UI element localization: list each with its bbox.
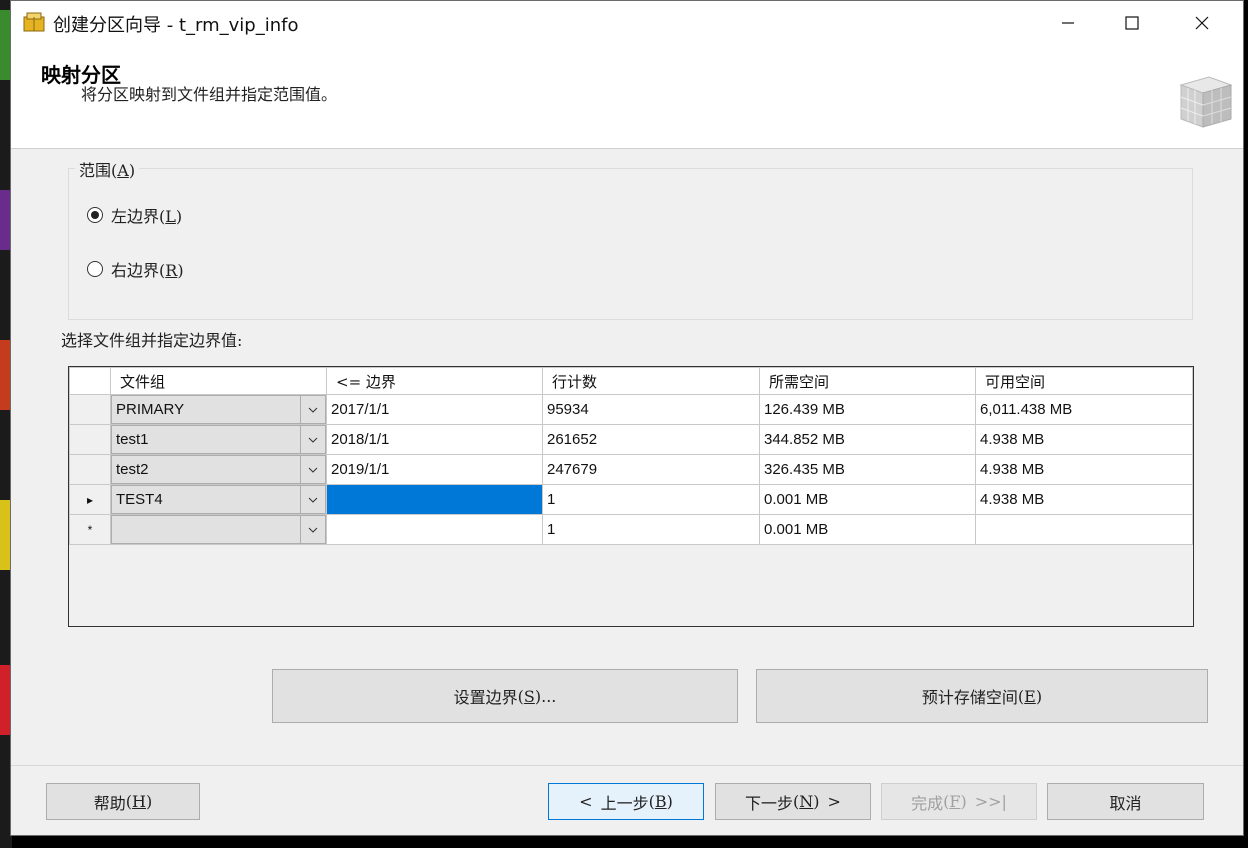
filegroup-value: test1	[116, 431, 149, 448]
right-boundary-label: 右边界(R)	[111, 261, 184, 280]
col-header-boundary[interactable]: <= 边界	[326, 367, 543, 395]
boundary-cell[interactable]: 2018/1/1	[326, 424, 543, 455]
set-boundary-button[interactable]: 设置边界(S)...	[272, 669, 738, 723]
filegroup-combo[interactable]: TEST4	[110, 484, 327, 515]
row-indicator[interactable]: *	[69, 514, 111, 545]
chevron-down-icon[interactable]	[300, 396, 325, 423]
title-bar: 创建分区向导 - t_rm_vip_info	[11, 1, 1243, 45]
table-row[interactable]: test1 2018/1/1 261652 344.852 MB 4.938 M…	[69, 424, 1193, 455]
required-space-cell: 0.001 MB	[759, 484, 976, 515]
range-label-key: A	[117, 161, 129, 180]
close-icon	[1195, 16, 1209, 30]
table-row-current[interactable]: ▸ TEST4 1 0.001 MB 4.938 MB	[69, 484, 1193, 515]
required-space-cell: 344.852 MB	[759, 424, 976, 455]
wizard-header: 映射分区 将分区映射到文件组并指定范围值。	[11, 45, 1243, 149]
rowcount-cell: 95934	[542, 394, 760, 425]
rowcount-cell: 247679	[542, 454, 760, 485]
chevron-down-icon[interactable]	[300, 516, 325, 543]
col-header-filegroup[interactable]: 文件组	[110, 367, 327, 395]
table-row[interactable]: PRIMARY 2017/1/1 95934 126.439 MB 6,011.…	[69, 394, 1193, 425]
available-space-cell	[975, 514, 1193, 545]
minimize-button[interactable]	[1037, 1, 1099, 45]
required-space-cell: 0.001 MB	[759, 514, 976, 545]
required-space-cell: 126.439 MB	[759, 394, 976, 425]
filegroup-value: test2	[116, 461, 149, 478]
radio-unchecked-icon	[87, 261, 103, 277]
filegroup-value: PRIMARY	[116, 401, 185, 418]
boundary-cell[interactable]: 2019/1/1	[326, 454, 543, 485]
chevron-down-icon[interactable]	[300, 426, 325, 453]
wizard-window: 创建分区向导 - t_rm_vip_info 映射分区 将分区映射到文件组并指定…	[10, 0, 1244, 836]
back-button[interactable]: < 上一步(B)	[548, 783, 704, 820]
range-group-label: 范围(A)	[75, 157, 140, 181]
grid-label: 选择文件组并指定边界值:	[61, 331, 243, 350]
cancel-button[interactable]: 取消	[1047, 783, 1204, 820]
table-row[interactable]: test2 2019/1/1 247679 326.435 MB 4.938 M…	[69, 454, 1193, 485]
filegroup-grid[interactable]: 文件组 <= 边界 行计数 所需空间 可用空间 PRIMARY 2017/1/1…	[68, 366, 1194, 627]
boundary-cell[interactable]: 2017/1/1	[326, 394, 543, 425]
right-boundary-radio[interactable]: 右边界(R)	[87, 257, 184, 281]
table-row-new[interactable]: * 1 0.001 MB	[69, 514, 1193, 545]
filegroup-value: TEST4	[116, 491, 163, 508]
chevron-down-icon[interactable]	[300, 456, 325, 483]
chevron-down-icon[interactable]	[300, 486, 325, 513]
rowcount-cell: 1	[542, 484, 760, 515]
rowcount-cell: 261652	[542, 424, 760, 455]
help-button[interactable]: 帮助(H)	[46, 783, 200, 820]
available-space-cell: 4.938 MB	[975, 454, 1193, 485]
row-indicator[interactable]: ▸	[69, 484, 111, 515]
col-header-rowcount[interactable]: 行计数	[542, 367, 760, 395]
finish-button[interactable]: 完成(F) >>|	[881, 783, 1037, 820]
range-groupbox	[68, 168, 1193, 320]
next-button[interactable]: 下一步(N) >	[715, 783, 871, 820]
boundary-cell[interactable]	[326, 514, 543, 545]
available-space-cell: 4.938 MB	[975, 424, 1193, 455]
footer-separator	[11, 765, 1243, 766]
filegroup-combo[interactable]: test1	[110, 424, 327, 455]
filegroup-combo[interactable]: PRIMARY	[110, 394, 327, 425]
app-icon	[23, 12, 45, 32]
left-boundary-radio[interactable]: 左边界(L)	[87, 203, 182, 227]
col-header-required-space[interactable]: 所需空间	[759, 367, 976, 395]
radio-checked-icon	[87, 207, 103, 223]
page-subtitle: 将分区映射到文件组并指定范围值。	[81, 85, 338, 104]
maximize-icon	[1125, 16, 1139, 30]
available-space-cell: 6,011.438 MB	[975, 394, 1193, 425]
grid-header-row: 文件组 <= 边界 行计数 所需空间 可用空间	[69, 367, 1193, 395]
row-indicator[interactable]	[69, 394, 111, 425]
col-header-available-space[interactable]: 可用空间	[975, 367, 1193, 395]
required-space-cell: 326.435 MB	[759, 454, 976, 485]
estimate-storage-button[interactable]: 预计存储空间(E)	[756, 669, 1208, 723]
left-boundary-label: 左边界(L)	[111, 207, 183, 226]
rowcount-cell: 1	[542, 514, 760, 545]
maximize-button[interactable]	[1101, 1, 1163, 45]
close-button[interactable]	[1171, 1, 1233, 45]
filegroup-value	[112, 516, 300, 543]
row-header-corner	[69, 367, 111, 395]
minimize-icon	[1062, 22, 1074, 24]
filegroup-combo[interactable]: test2	[110, 454, 327, 485]
window-title: 创建分区向导 - t_rm_vip_info	[53, 15, 299, 36]
row-indicator[interactable]	[69, 424, 111, 455]
available-space-cell: 4.938 MB	[975, 484, 1193, 515]
partition-cube-icon	[1179, 76, 1233, 128]
filegroup-combo[interactable]	[110, 514, 327, 545]
range-label-text: 范围	[79, 161, 112, 180]
row-indicator[interactable]	[69, 454, 111, 485]
boundary-cell-selected[interactable]	[326, 484, 543, 515]
